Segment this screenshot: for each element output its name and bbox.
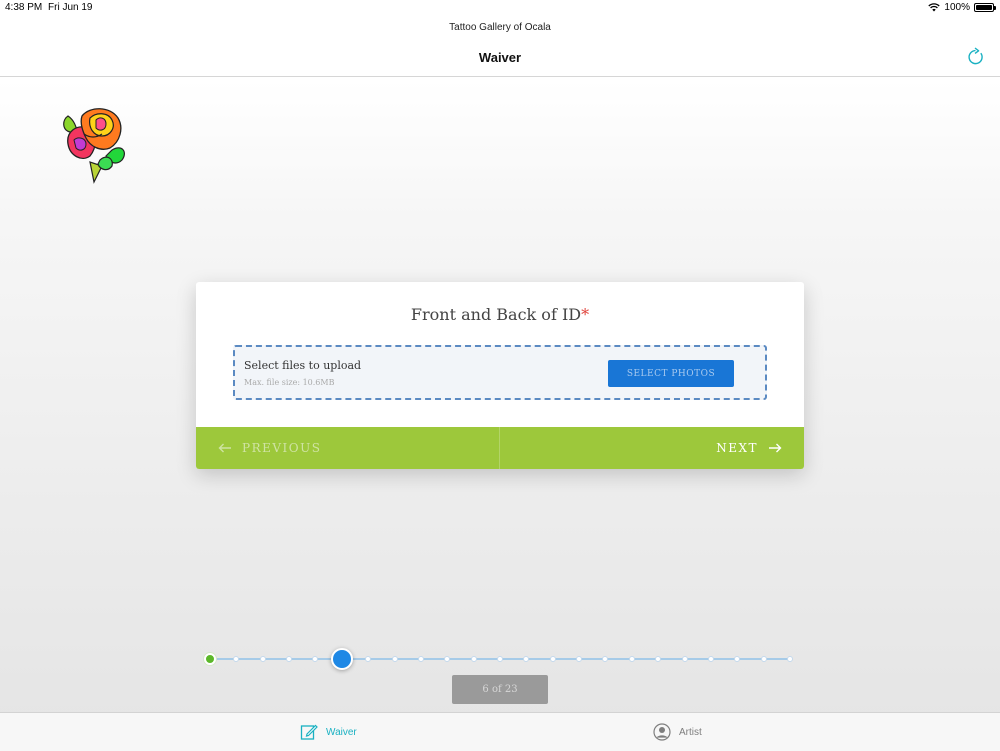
person-circle-icon (653, 723, 671, 741)
step-dot (391, 656, 398, 662)
required-mark: * (581, 305, 590, 324)
tab-waiver-label: Waiver (326, 726, 357, 738)
next-label: NEXT (716, 441, 758, 455)
step-dot (259, 656, 266, 662)
status-time: 4:38 PM (5, 2, 43, 13)
step-dot (655, 656, 662, 662)
battery-icon (974, 3, 996, 12)
page-title: Waiver (478, 50, 522, 65)
battery-percent: 100% (944, 2, 970, 13)
step-dot (365, 656, 372, 662)
arrow-left-icon (218, 443, 231, 453)
wifi-icon (928, 3, 941, 12)
tab-artist-label: Artist (679, 726, 702, 738)
question-title: Front and Back of ID* (196, 305, 804, 324)
step-dot (312, 656, 319, 662)
step-dot-current (330, 648, 353, 670)
navigation-bar: Tattoo Gallery of Ocala Waiver (0, 16, 1000, 77)
tab-artist[interactable]: Artist (653, 723, 702, 741)
step-dot (787, 656, 793, 662)
previous-button[interactable]: PREVIOUS (218, 427, 321, 469)
step-dot (417, 656, 424, 662)
upload-hint: Max. file size: 10.6MB (244, 378, 335, 387)
step-dot (233, 656, 240, 662)
step-dot (523, 656, 530, 662)
step-dot (576, 656, 583, 662)
step-dot (734, 656, 741, 662)
form-navigation: PREVIOUS NEXT (196, 427, 804, 469)
battery-fill (976, 5, 992, 10)
step-dot (286, 656, 293, 662)
app-subtitle: Tattoo Gallery of Ocala (449, 22, 551, 33)
status-right: 100% (928, 2, 996, 13)
step-dot-completed (204, 653, 216, 665)
refresh-icon[interactable] (966, 47, 986, 67)
waiver-question-card: Front and Back of ID* Select files to up… (196, 282, 804, 469)
status-bar: 4:38 PM Fri Jun 19 100% (0, 0, 1000, 16)
step-dot (470, 656, 477, 662)
file-upload-dropzone[interactable]: Select files to upload Max. file size: 1… (233, 345, 767, 400)
step-dot (602, 656, 609, 662)
step-dot (444, 656, 451, 662)
step-counter: 6 of 23 (452, 675, 548, 704)
arrow-right-icon (769, 443, 782, 453)
nav-divider (499, 427, 500, 469)
upload-label: Select files to upload (244, 359, 362, 372)
next-button[interactable]: NEXT (716, 427, 782, 469)
step-dot (760, 656, 767, 662)
step-dot (707, 656, 714, 662)
tab-bar: Waiver Artist (0, 712, 1000, 751)
select-photos-button[interactable]: SELECT PHOTOS (608, 360, 734, 387)
step-dot (549, 656, 556, 662)
edit-document-icon (300, 724, 318, 740)
step-dot (681, 656, 688, 662)
question-label: Front and Back of ID (410, 305, 582, 324)
status-date: Fri Jun 19 (48, 2, 93, 13)
step-dot (497, 656, 503, 662)
tab-waiver[interactable]: Waiver (300, 723, 357, 741)
previous-label: PREVIOUS (242, 441, 322, 455)
step-dot (628, 656, 635, 662)
rose-logo (63, 108, 125, 184)
